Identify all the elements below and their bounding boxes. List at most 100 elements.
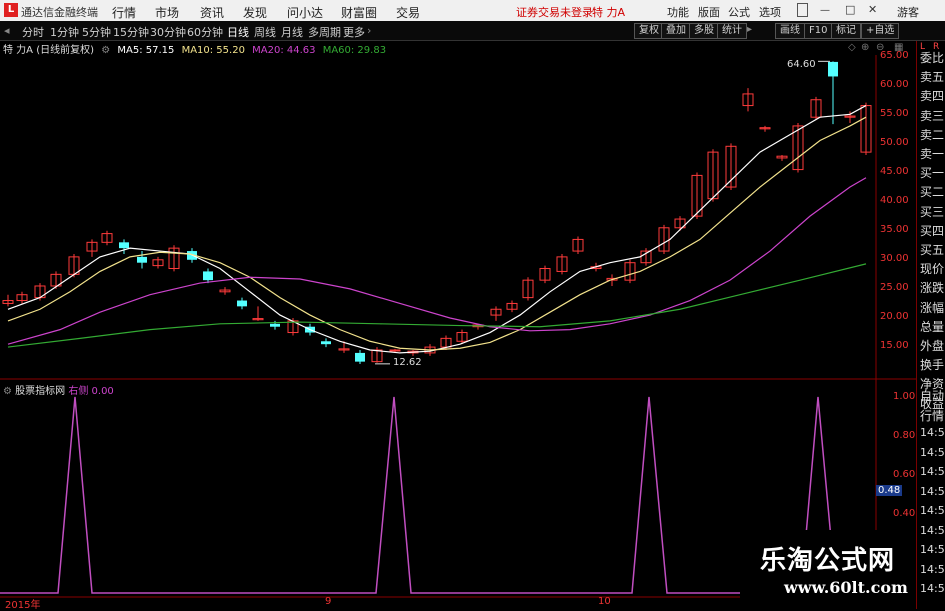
candle-body [321, 341, 331, 345]
date-tick: 10 [598, 596, 611, 607]
price-tick: 15.00 [880, 340, 909, 351]
period-fenshi[interactable]: 分时 [22, 24, 44, 40]
more-arrow-icon[interactable]: › [367, 24, 371, 37]
btn-fuquan[interactable]: 复权 [634, 23, 664, 39]
menu-xuanxiang[interactable]: 选项 [759, 4, 781, 20]
minimize-icon[interactable]: — [820, 5, 830, 16]
menu-bar: L 通达信金融终端 行情 市场 资讯 发现 问小达 财富圈 交易 证券交易未登录… [0, 0, 945, 22]
panel-item: 涨跌 [920, 281, 945, 296]
menu-caifuquan[interactable]: 财富圈 [341, 4, 377, 21]
window-restore-icon[interactable] [797, 3, 808, 17]
panel-item: 总量 [920, 319, 945, 334]
period-weekly[interactable]: 周线 [254, 24, 276, 40]
indicator-title: 股票指标网 [15, 386, 66, 397]
nav-left-icon[interactable]: ◂ [4, 24, 10, 37]
panel-item: 买二 [920, 185, 945, 200]
app-logo-icon: L [4, 3, 18, 17]
period-30min[interactable]: 30分钟 [150, 24, 186, 40]
menu-hangqing[interactable]: 行情 [112, 4, 136, 21]
watermark-url: www.60lt.com [784, 578, 908, 597]
price-tick: 65.00 [880, 50, 909, 61]
indicator-tick: 0.40 [893, 508, 916, 519]
menu-zixun[interactable]: 资讯 [200, 4, 224, 21]
panel-time-item: 14:5 [920, 426, 945, 439]
btn-huaxian[interactable]: 画线 [775, 23, 805, 39]
panel-item: 卖四 [920, 89, 945, 104]
period-daily[interactable]: 日线 [227, 24, 249, 40]
maximize-icon[interactable]: □ [845, 3, 855, 16]
high-annotation: 64.60 [787, 59, 816, 70]
price-tick: 60.00 [880, 79, 909, 90]
stock-name-title: 特 力A [592, 6, 626, 19]
close-icon[interactable]: ✕ [868, 3, 877, 16]
btn-tongji[interactable]: 统计 [717, 23, 747, 39]
panel-time-item: 14:5 [920, 562, 945, 576]
period-toolbar: ◂ 分时 1分钟 5分钟 15分钟 30分钟 60分钟 日线 周线 月线 多周期… [0, 21, 945, 41]
menu-wenxiaoda[interactable]: 问小达 [287, 4, 323, 21]
panel-time-item: 14:5 [920, 484, 945, 498]
candle-body [119, 242, 129, 249]
arrow-icon[interactable]: ▸ [745, 23, 754, 37]
kline-chart[interactable] [0, 40, 916, 609]
btn-diejia[interactable]: 叠加 [661, 23, 691, 39]
panel-item: 外盘 [920, 339, 945, 353]
low-annotation: 12.62 [393, 357, 422, 368]
ma10-line [7, 116, 867, 351]
app-name: 通达信金融终端 [21, 6, 98, 19]
ma5-line [7, 105, 867, 354]
period-monthly[interactable]: 月线 [281, 24, 303, 40]
login-warning: 证券交易未登录 [516, 6, 593, 19]
price-tick: 45.00 [880, 166, 909, 177]
panel-item: 卖五 [920, 70, 945, 85]
price-tick: 30.00 [880, 253, 909, 264]
price-tick: 25.00 [880, 282, 909, 293]
price-tick: 40.00 [880, 195, 909, 206]
menu-banmian[interactable]: 版面 [698, 4, 720, 20]
quote-side-panel: L R 委比 卖五 卖四 卖三 卖二 卖一 买一 买二 买三 买四 买五 现价 涨跌 涨幅 总量 外盘 换手 净资… [916, 41, 945, 609]
period-1min[interactable]: 1分钟 [50, 24, 79, 40]
indicator-header: ⚙ 股票指标网 右侧 0.00 [3, 382, 114, 397]
moving-averages [7, 105, 867, 354]
price-tick: 50.00 [880, 137, 909, 148]
indicator-current-value: 0.48 [876, 485, 903, 496]
menu-jiaoyi[interactable]: 交易 [396, 4, 420, 21]
panel-item: 卖二 [920, 127, 945, 142]
btn-duogu[interactable]: 多股 [689, 23, 719, 39]
btn-f10[interactable]: F10 [804, 23, 833, 39]
date-tick: 9 [325, 596, 332, 607]
panel-item: 买三 [920, 204, 945, 219]
period-5min[interactable]: 5分钟 [82, 24, 111, 40]
panel-time-item: 14:5 [920, 543, 945, 556]
period-more[interactable]: 更多 [343, 24, 365, 40]
indicator-name: 右侧 [68, 386, 89, 397]
candlesticks [2, 60, 872, 365]
panel-auto-item[interactable]: 自动 [920, 387, 944, 404]
menu-youke[interactable]: 游客 [897, 4, 919, 20]
indicator-tick: 0.60 [893, 469, 916, 480]
panel-time-item: 14:5 [920, 582, 945, 595]
panel-item: 换手 [920, 358, 945, 373]
indicator-tick: 1.00 [893, 391, 916, 402]
menu-faxian[interactable]: 发现 [243, 4, 267, 21]
indicator-value: 0.00 [91, 386, 114, 397]
btn-zixuan[interactable]: +自选 [861, 23, 900, 39]
price-tick: 20.00 [880, 311, 909, 322]
btn-biaoji[interactable]: 标记 [831, 23, 861, 39]
ma60-line [7, 263, 867, 348]
candle-body [389, 349, 401, 352]
menu-gongneng[interactable]: 功能 [667, 4, 689, 20]
panel-item: 卖三 [920, 108, 945, 123]
panel-item: 买四 [920, 223, 945, 238]
candle-body [203, 271, 213, 281]
menu-shichang[interactable]: 市场 [155, 4, 179, 21]
panel-time-item: 14:5 [920, 523, 945, 537]
period-60min[interactable]: 60分钟 [187, 24, 223, 40]
menu-gongshi[interactable]: 公式 [728, 4, 750, 20]
panel-item: 买五 [920, 243, 945, 257]
panel-auto-item[interactable]: 行情 [920, 407, 944, 424]
period-multi[interactable]: 多周期 [308, 24, 341, 40]
panel-item: 涨幅 [920, 300, 945, 315]
indicator-gear-icon[interactable]: ⚙ [3, 386, 12, 397]
period-15min[interactable]: 15分钟 [113, 24, 149, 40]
panel-item: 卖一 [920, 147, 945, 161]
